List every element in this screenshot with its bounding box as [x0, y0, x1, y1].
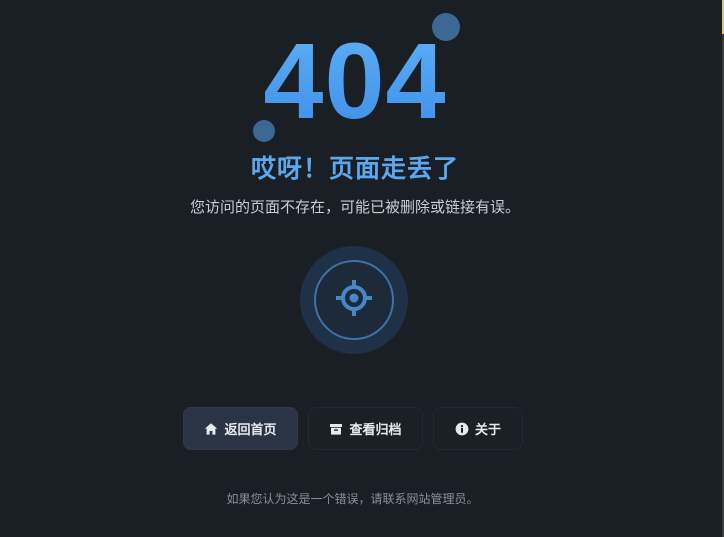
crosshair-icon	[334, 278, 374, 322]
footer-note: 如果您认为这是一个错误，请联系网站管理员。	[226, 492, 479, 506]
error-title: 哎呀！页面走丢了	[250, 154, 459, 183]
illustration-ring	[314, 260, 394, 340]
info-icon	[455, 422, 469, 436]
error-message: 您访问的页面不存在，可能已被删除或链接有误。	[189, 198, 520, 216]
archive-button[interactable]: 查看归档	[308, 407, 423, 450]
illustration-circle	[300, 246, 408, 354]
home-button[interactable]: 返回首页	[183, 407, 298, 450]
decorative-dot-small	[253, 120, 275, 142]
archive-icon	[329, 422, 343, 436]
action-buttons: 返回首页 查看归档 关于	[183, 407, 523, 450]
error-code: 404	[0, 22, 710, 140]
home-icon	[204, 422, 218, 436]
home-button-label: 返回首页	[224, 422, 277, 437]
about-button-label: 关于	[474, 422, 501, 437]
about-button[interactable]: 关于	[433, 407, 523, 450]
archive-button-label: 查看归档	[349, 422, 402, 437]
error-page: 404 哎呀！页面走丢了 您访问的页面不存在，可能已被删除或链接有误。 返回首页…	[0, 0, 724, 537]
